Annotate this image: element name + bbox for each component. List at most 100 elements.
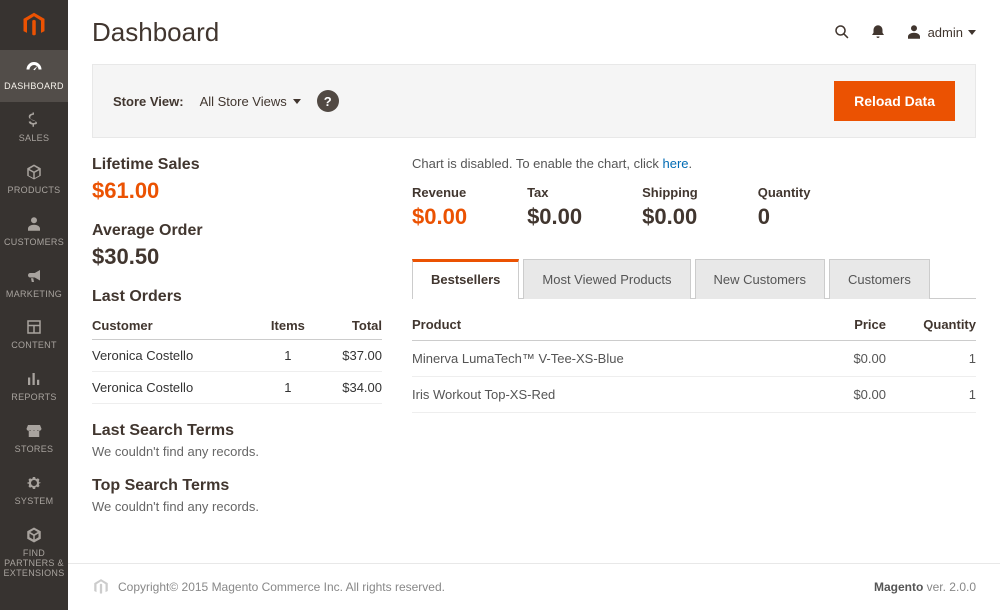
store-icon bbox=[25, 421, 43, 441]
enable-chart-link[interactable]: here bbox=[663, 156, 689, 171]
table-row[interactable]: Veronica Costello1$34.00 bbox=[92, 372, 382, 404]
cell: $37.00 bbox=[316, 340, 382, 372]
cell: Iris Workout Top-XS-Red bbox=[412, 377, 796, 413]
tab-new-customers[interactable]: New Customers bbox=[695, 259, 825, 299]
nav-stores[interactable]: STORES bbox=[0, 413, 68, 465]
store-view-bar: Store View: All Store Views ? Reload Dat… bbox=[92, 64, 976, 138]
cell: 1 bbox=[886, 377, 976, 413]
lifetime-sales-value: $61.00 bbox=[92, 178, 382, 204]
lifetime-sales-label: Lifetime Sales bbox=[92, 156, 382, 174]
nav-content[interactable]: CONTENT bbox=[0, 309, 68, 361]
avg-order-label: Average Order bbox=[92, 222, 382, 240]
nav-system[interactable]: SYSTEM bbox=[0, 465, 68, 517]
col-product: Product bbox=[412, 309, 796, 341]
top-search-block: Top Search Terms We couldn't find any re… bbox=[92, 477, 382, 514]
cell: 1 bbox=[260, 340, 316, 372]
cell: Minerva LumaTech™ V-Tee-XS-Blue bbox=[412, 341, 796, 377]
chevron-down-icon bbox=[293, 99, 301, 104]
top-search-title: Top Search Terms bbox=[92, 477, 382, 495]
store-view-selected: All Store Views bbox=[200, 94, 287, 109]
nav-dashboard[interactable]: DASHBOARD bbox=[0, 50, 68, 102]
tab-most-viewed[interactable]: Most Viewed Products bbox=[523, 259, 690, 299]
person-icon bbox=[25, 214, 43, 234]
megaphone-icon bbox=[25, 266, 43, 286]
lifetime-sales-block: Lifetime Sales $61.00 bbox=[92, 156, 382, 204]
page-title: Dashboard bbox=[92, 17, 219, 48]
nav-products[interactable]: PRODUCTS bbox=[0, 154, 68, 206]
admin-user-menu[interactable]: admin bbox=[905, 23, 976, 41]
copyright-text: Copyright© 2015 Magento Commerce Inc. Al… bbox=[118, 580, 445, 594]
bars-icon bbox=[25, 369, 43, 389]
avg-order-value: $30.50 bbox=[92, 244, 382, 270]
chart-note-post: . bbox=[689, 156, 693, 171]
metric-value: 0 bbox=[758, 204, 811, 230]
partners-icon bbox=[25, 525, 43, 545]
nav-label: PRODUCTS bbox=[8, 186, 61, 196]
nav-label: REPORTS bbox=[11, 393, 56, 403]
table-row[interactable]: Iris Workout Top-XS-Red$0.001 bbox=[412, 377, 976, 413]
nav-label: SALES bbox=[19, 134, 50, 144]
cell: 1 bbox=[260, 372, 316, 404]
nav-label: FIND PARTNERS & EXTENSIONS bbox=[2, 549, 66, 579]
nav-label: CUSTOMERS bbox=[4, 238, 64, 248]
store-view-label: Store View: bbox=[113, 94, 184, 109]
nav-label: STORES bbox=[15, 445, 54, 455]
chart-disabled-note: Chart is disabled. To enable the chart, … bbox=[412, 156, 976, 171]
nav-label: CONTENT bbox=[11, 341, 57, 351]
nav-sales[interactable]: SALES bbox=[0, 102, 68, 154]
cell: $0.00 bbox=[796, 341, 886, 377]
metric-tax: Tax$0.00 bbox=[527, 185, 582, 230]
box-icon bbox=[25, 162, 43, 182]
last-orders-table: Customer Items Total Veronica Costello1$… bbox=[92, 312, 382, 404]
reload-data-button[interactable]: Reload Data bbox=[834, 81, 955, 121]
metric-revenue: Revenue $0.00 bbox=[412, 185, 467, 230]
help-icon[interactable]: ? bbox=[317, 90, 339, 112]
col-customer: Customer bbox=[92, 312, 260, 340]
nav-find-partners[interactable]: FIND PARTNERS & EXTENSIONS bbox=[0, 517, 68, 589]
notifications-icon[interactable] bbox=[869, 23, 887, 41]
last-orders-title: Last Orders bbox=[92, 288, 382, 306]
table-row[interactable]: Veronica Costello1$37.00 bbox=[92, 340, 382, 372]
nav-customers[interactable]: CUSTOMERS bbox=[0, 206, 68, 258]
bestsellers-table: Product Price Quantity Minerva LumaTech™… bbox=[412, 309, 976, 413]
metric-value: $0.00 bbox=[412, 204, 467, 230]
gear-icon bbox=[25, 473, 43, 493]
cell: Veronica Costello bbox=[92, 372, 260, 404]
nav-label: MARKETING bbox=[6, 290, 62, 300]
metric-value: $0.00 bbox=[527, 204, 582, 230]
metric-label: Quantity bbox=[758, 185, 811, 200]
nav-label: SYSTEM bbox=[15, 497, 54, 507]
store-view-select[interactable]: All Store Views bbox=[200, 94, 301, 109]
gauge-icon bbox=[25, 58, 43, 78]
nav-label: DASHBOARD bbox=[4, 82, 64, 92]
cell: Veronica Costello bbox=[92, 340, 260, 372]
last-orders-block: Last Orders Customer Items Total Veronic… bbox=[92, 288, 382, 404]
brand: Magento bbox=[874, 580, 923, 594]
layout-icon bbox=[25, 317, 43, 337]
last-search-title: Last Search Terms bbox=[92, 422, 382, 440]
metric-label: Shipping bbox=[642, 185, 698, 200]
footer: Copyright© 2015 Magento Commerce Inc. Al… bbox=[68, 563, 1000, 610]
dollar-icon bbox=[25, 110, 43, 130]
version: ver. 2.0.0 bbox=[923, 580, 976, 594]
no-records-text: We couldn't find any records. bbox=[92, 444, 382, 459]
col-items: Items bbox=[260, 312, 316, 340]
metric-value: $0.00 bbox=[642, 204, 698, 230]
admin-user-name: admin bbox=[928, 25, 963, 40]
nav-reports[interactable]: REPORTS bbox=[0, 361, 68, 413]
col-quantity: Quantity bbox=[886, 309, 976, 341]
magento-logo[interactable] bbox=[0, 0, 68, 50]
table-row[interactable]: Minerva LumaTech™ V-Tee-XS-Blue$0.001 bbox=[412, 341, 976, 377]
magento-footer-icon bbox=[92, 578, 110, 596]
tab-bestsellers[interactable]: Bestsellers bbox=[412, 259, 519, 299]
nav-marketing[interactable]: MARKETING bbox=[0, 258, 68, 310]
metric-quantity: Quantity 0 bbox=[758, 185, 811, 230]
chart-note-pre: Chart is disabled. To enable the chart, … bbox=[412, 156, 663, 171]
version-text: Magento ver. 2.0.0 bbox=[874, 580, 976, 594]
metric-label: Revenue bbox=[412, 185, 467, 200]
no-records-text: We couldn't find any records. bbox=[92, 499, 382, 514]
search-icon[interactable] bbox=[833, 23, 851, 41]
avg-order-block: Average Order $30.50 bbox=[92, 222, 382, 270]
cell: $34.00 bbox=[316, 372, 382, 404]
tab-customers[interactable]: Customers bbox=[829, 259, 930, 299]
